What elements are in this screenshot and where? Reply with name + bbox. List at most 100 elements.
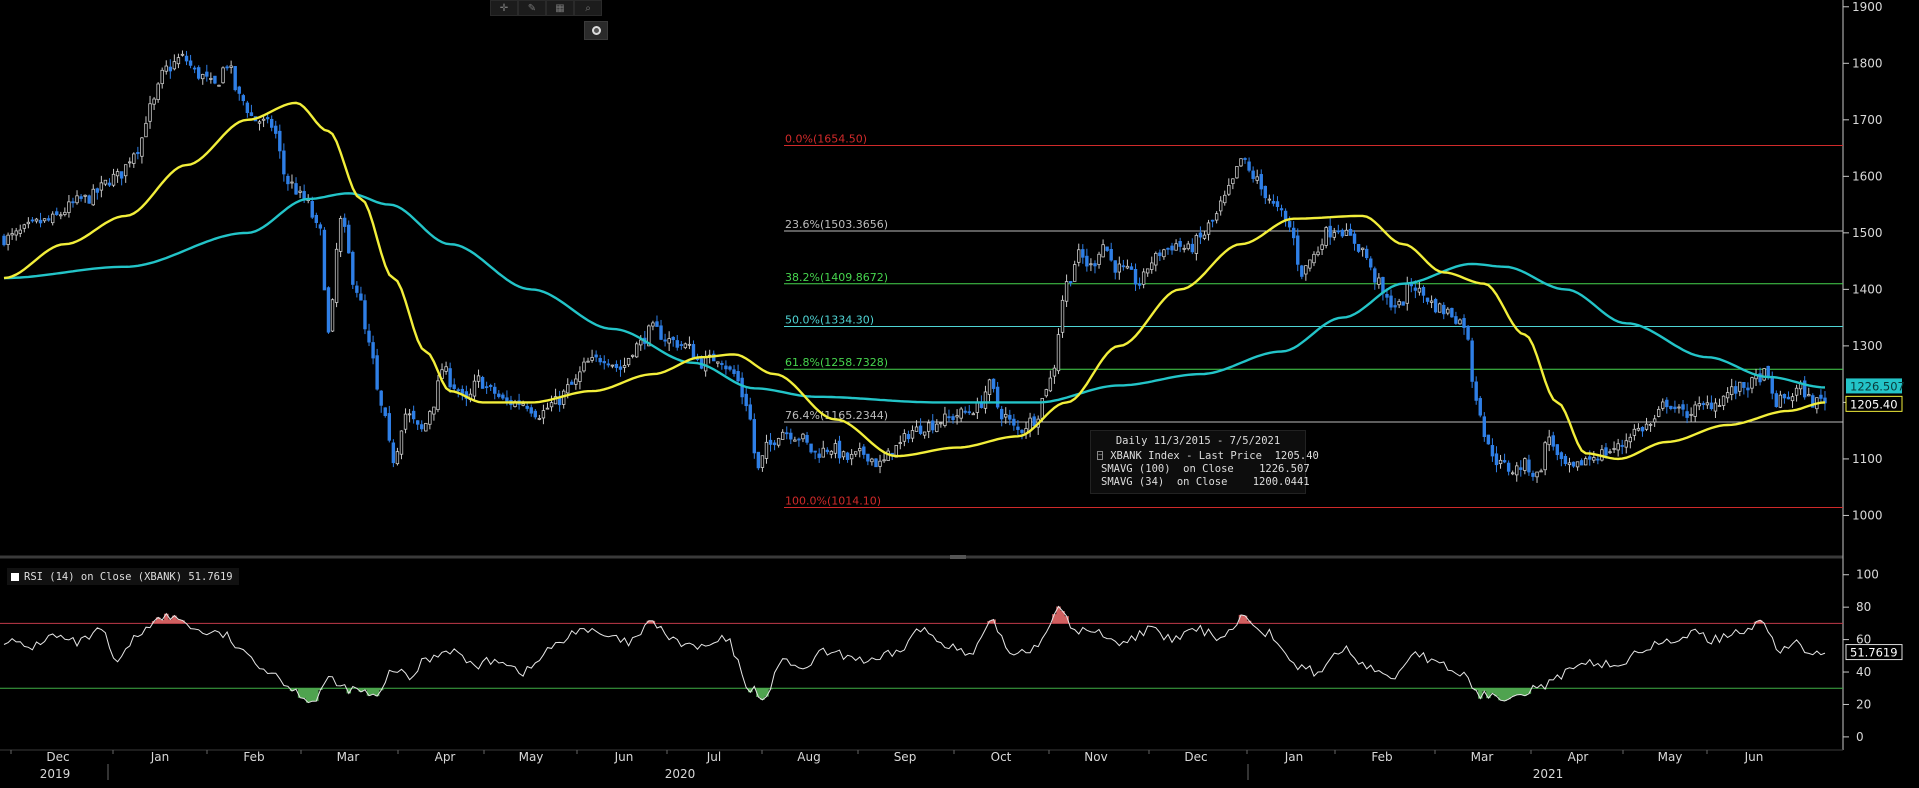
candle-body <box>720 363 724 365</box>
rsi-tick-label: 100 <box>1856 568 1879 582</box>
candle-body <box>424 423 428 432</box>
candle-body <box>971 413 976 416</box>
candle-body <box>1032 416 1036 426</box>
candle-body <box>95 188 100 193</box>
candle-body <box>716 361 720 364</box>
candle-body <box>176 57 181 65</box>
candle-body <box>578 371 582 382</box>
candle-body <box>302 191 306 199</box>
candle-body <box>274 125 278 134</box>
candle-body <box>1794 387 1799 396</box>
candle-body <box>975 402 980 413</box>
candle-body <box>1336 230 1341 233</box>
candle-body <box>452 384 456 389</box>
candle-body <box>497 393 501 397</box>
candle-body <box>768 439 773 445</box>
candle-body <box>1709 402 1714 410</box>
candle-body <box>164 65 168 72</box>
candle-body <box>1344 229 1349 236</box>
candle-body <box>574 378 578 385</box>
candle-body <box>245 102 250 114</box>
candle-body <box>1255 176 1259 181</box>
candle-body <box>1567 462 1572 466</box>
candle-body <box>91 188 95 206</box>
candle-body <box>1105 246 1109 251</box>
x-month-label: Mar <box>337 750 360 764</box>
collapse-icon[interactable]: − <box>1097 451 1104 460</box>
axes-layer <box>0 0 1849 780</box>
candle-body <box>1681 404 1685 410</box>
candle-body <box>1446 308 1450 314</box>
grid-icon[interactable]: ▦ <box>546 0 574 16</box>
candle-body <box>529 407 533 414</box>
settings-circle-icon[interactable] <box>584 21 608 40</box>
sma34-line <box>3 101 1826 461</box>
crosshair-icon[interactable]: ✛ <box>490 0 518 16</box>
candle-body <box>1644 423 1649 430</box>
candle-body <box>1121 265 1126 268</box>
magnifier-icon[interactable]: ⌕ <box>574 0 602 16</box>
candle-body <box>967 411 971 414</box>
candle-body <box>399 430 404 455</box>
candle-body <box>330 299 335 332</box>
candle-body <box>675 340 679 348</box>
candle-body <box>639 339 643 346</box>
candle-body <box>460 388 465 394</box>
candle-body <box>866 453 870 462</box>
x-month-label: Jul <box>706 750 721 764</box>
candle-body <box>1721 395 1726 406</box>
candle-body <box>1450 307 1454 318</box>
candle-body <box>1433 298 1438 313</box>
pencil-icon[interactable]: ✎ <box>518 0 546 16</box>
x-month-label: Apr <box>435 750 456 764</box>
candle-body <box>602 361 606 364</box>
candle-body <box>107 182 112 186</box>
candle-body <box>1125 265 1130 269</box>
candle-body <box>1360 247 1365 251</box>
candle-body <box>1665 399 1669 408</box>
candle-body <box>1012 418 1016 426</box>
candle-body <box>780 431 785 440</box>
candle-body <box>501 394 505 399</box>
candle-body <box>1048 377 1053 392</box>
candle-body <box>201 73 205 80</box>
candle-body <box>626 357 631 366</box>
candle-body <box>318 224 323 229</box>
x-month-label: Jan <box>150 750 170 764</box>
candle-body <box>849 454 854 460</box>
sma100-line <box>3 192 1826 404</box>
candle-body <box>136 151 140 155</box>
candle-body <box>371 342 375 359</box>
candle-body <box>1251 170 1255 179</box>
candle-body <box>683 343 688 349</box>
candle-body <box>505 397 509 402</box>
chart-canvas[interactable]: 0.0%(1654.50) 23.6%(1503.3656) 38.2%(1409.… <box>0 0 1919 788</box>
settings-dot <box>591 26 601 35</box>
candle-body <box>1762 368 1766 381</box>
candle-body <box>1579 460 1584 466</box>
candle-body <box>878 460 882 467</box>
x-month-label: Jun <box>614 750 634 764</box>
candle-body <box>841 451 846 458</box>
candle-body <box>1016 426 1020 430</box>
candle-body <box>1689 413 1693 416</box>
candle-body <box>411 410 416 420</box>
x-month-label: Jun <box>1744 750 1764 764</box>
candle-body <box>655 321 659 327</box>
x-month-label: Jan <box>1284 750 1304 764</box>
candle-body <box>740 377 744 398</box>
candle-body <box>1259 174 1263 190</box>
y-tick-label: 1300 <box>1852 339 1883 353</box>
candle-body <box>1640 427 1645 432</box>
candle-body <box>1612 448 1616 450</box>
candle-body <box>298 190 302 193</box>
candle-body <box>269 118 274 128</box>
rsi-value-tag-text: 51.7619 <box>1850 646 1898 660</box>
candle-body <box>1819 394 1823 399</box>
fib-label: 100.0%(1014.10) <box>785 494 881 507</box>
candle-body <box>420 424 424 430</box>
candle-body <box>1117 263 1122 273</box>
candle-body <box>351 251 355 285</box>
candle-body <box>391 442 396 464</box>
candle-body <box>1356 244 1361 252</box>
